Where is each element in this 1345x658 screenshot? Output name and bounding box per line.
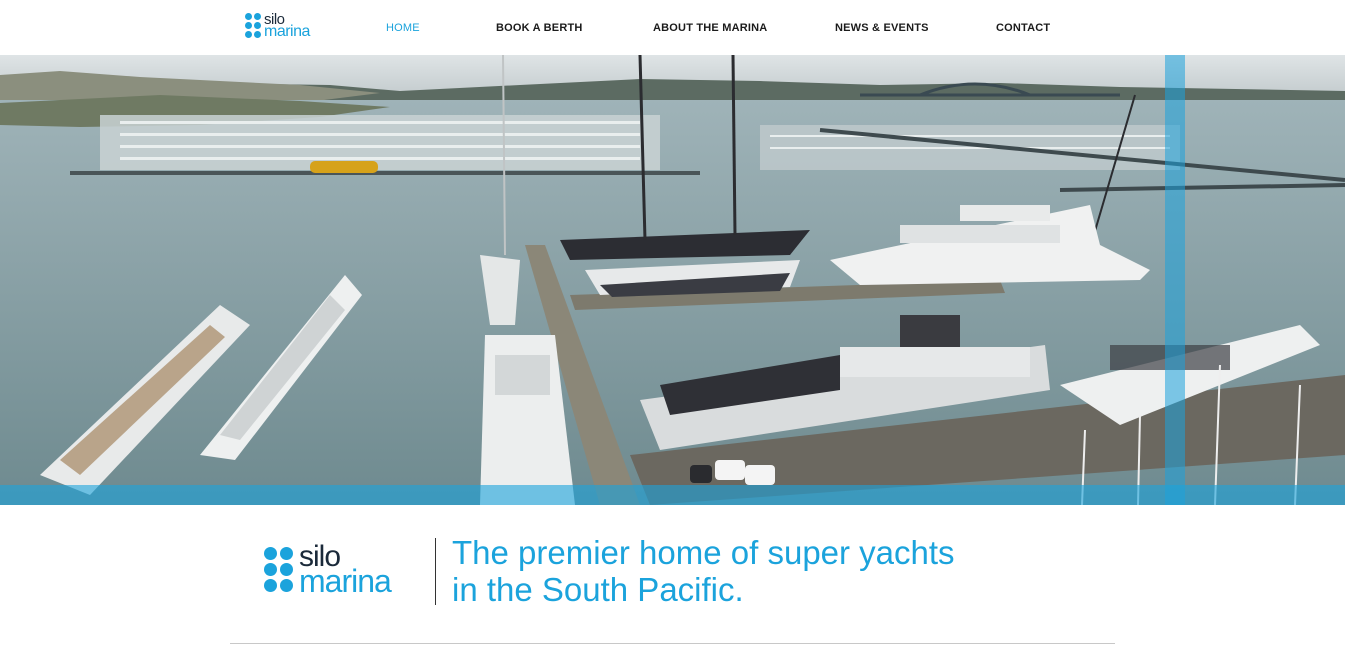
brand-logo[interactable]: silo marina <box>245 12 310 40</box>
nav-home[interactable]: HOME <box>386 22 420 34</box>
tagline-line-1: The premier home of super yachts <box>452 534 955 571</box>
brand-logo-large: silo marina <box>264 542 392 599</box>
nav-about-the-marina[interactable]: ABOUT THE MARINA <box>653 22 767 34</box>
logo-word-marina: marina <box>299 563 392 599</box>
nav-contact[interactable]: CONTACT <box>996 22 1050 34</box>
tagline-heading: The premier home of super yachts in the … <box>452 534 955 608</box>
logo-dots-icon <box>264 546 293 592</box>
hero-image <box>0 55 1345 505</box>
site-header: silo marina HOME BOOK A BERTH ABOUT THE … <box>0 0 1345 55</box>
logo-word-marina: marina <box>264 22 310 40</box>
hero-marina-illustration <box>0 55 1345 505</box>
logo-dots-icon <box>245 13 261 38</box>
tagline-line-2: in the South Pacific. <box>452 571 744 608</box>
vertical-divider <box>435 538 436 605</box>
nav-book-a-berth[interactable]: BOOK A BERTH <box>496 22 583 34</box>
section-divider <box>230 643 1115 644</box>
nav-news-events[interactable]: NEWS & EVENTS <box>835 22 929 34</box>
